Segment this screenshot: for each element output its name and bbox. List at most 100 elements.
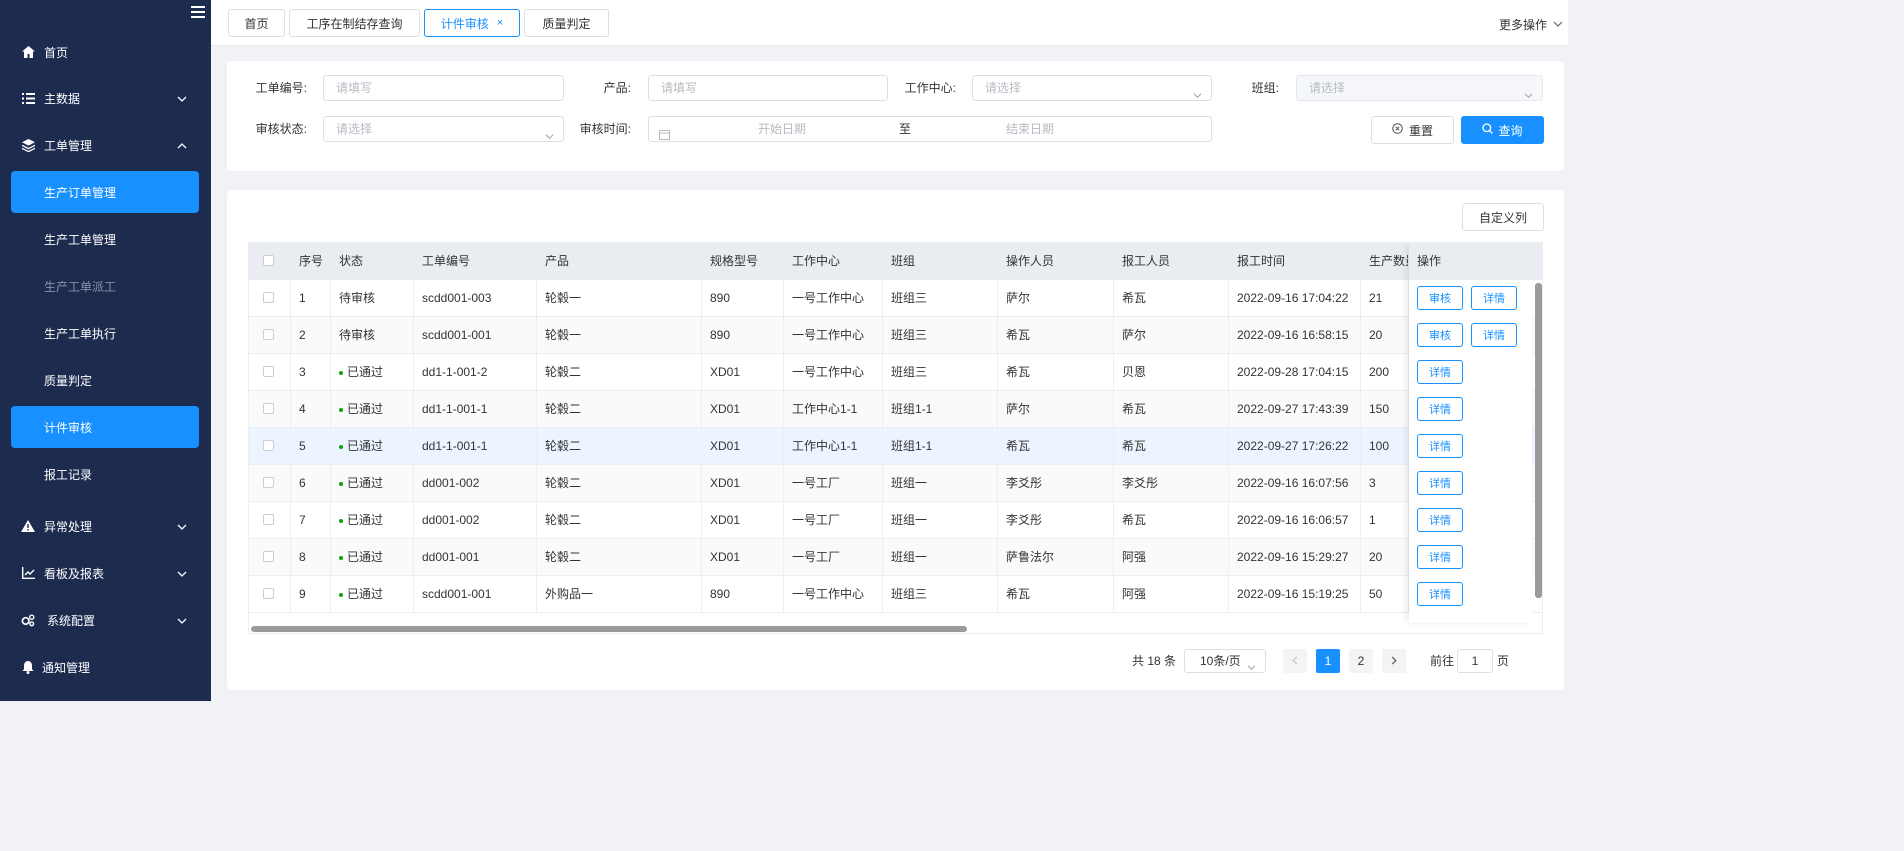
- detail-button[interactable]: 详情: [1417, 360, 1463, 384]
- audit-time-range[interactable]: 开始日期 至 结束日期: [648, 116, 1212, 142]
- product-input[interactable]: 请填写: [648, 75, 888, 101]
- row-checkbox[interactable]: [263, 440, 274, 451]
- row-checkbox[interactable]: [263, 477, 274, 488]
- order-no-input[interactable]: 请填写: [323, 75, 564, 101]
- status-cell: 已通过: [331, 354, 414, 391]
- page-button-2[interactable]: 2: [1349, 649, 1373, 673]
- page-button-1[interactable]: 1: [1316, 649, 1340, 673]
- cell-text: 2: [299, 328, 306, 342]
- row-index: 7: [290, 502, 331, 539]
- row-checkbox[interactable]: [263, 514, 274, 525]
- cell-text: 21: [1369, 291, 1383, 305]
- page-size-select[interactable]: 10条/页: [1184, 649, 1266, 673]
- row-checkbox[interactable]: [263, 292, 274, 303]
- horizontal-scrollbar[interactable]: [251, 626, 967, 632]
- row-checkbox[interactable]: [263, 329, 274, 340]
- chart-line-icon: [21, 566, 35, 580]
- layers-icon: [21, 138, 35, 152]
- reporter-cell: 萨尔: [1114, 317, 1229, 354]
- sidebar-item-home[interactable]: 首页: [0, 32, 211, 72]
- table-row[interactable]: 3 已通过 dd1-1-001-2 轮毂二 XD01 一号工作中心 班组三 希瓦 贝恩 2022-…: [249, 354, 1542, 391]
- reset-button[interactable]: 重置: [1371, 116, 1454, 144]
- next-page-button[interactable]: [1382, 649, 1406, 673]
- status-dot-icon: [339, 518, 343, 523]
- cell-text: 已通过: [347, 513, 384, 527]
- row-checkbox[interactable]: [263, 366, 274, 377]
- sidebar-item-order-management[interactable]: 工单管理: [0, 125, 211, 165]
- workcenter-cell: 工作中心1-1: [784, 428, 883, 465]
- sidebar-item-notifications[interactable]: 通知管理: [0, 647, 211, 687]
- sidebar-item-dashboard[interactable]: 看板及报表: [0, 553, 211, 593]
- tab-piecework-audit[interactable]: 计件审核 ×: [424, 9, 520, 37]
- sidebar-item-exceptions[interactable]: 异常处理: [0, 506, 211, 546]
- table-row[interactable]: 9 已通过 scdd001-001 外购品一 890 一号工作中心 班组三 希瓦 阿强 2022-…: [249, 576, 1542, 613]
- status-dot-icon: [339, 370, 343, 375]
- tab-wip-query[interactable]: 工序在制结存查询: [289, 9, 420, 37]
- table-row[interactable]: 7 已通过 dd001-002 轮毂二 XD01 一号工厂 班组一 李爻彤 希瓦 2022-09-…: [249, 502, 1542, 539]
- chevron-down-icon: [177, 568, 187, 578]
- sidebar-subitem-work-orders[interactable]: 生产工单管理: [11, 218, 199, 260]
- menu-toggle-icon[interactable]: [191, 6, 205, 18]
- cell-text: 贝恩: [1122, 365, 1147, 379]
- audit-status-label: 审核状态:: [255, 122, 307, 136]
- goto-page-input[interactable]: 1: [1457, 649, 1493, 673]
- vertical-scrollbar[interactable]: [1535, 283, 1542, 598]
- table-row[interactable]: 2 待审核 scdd001-001 轮毂一 890 一号工作中心 班组三 希瓦 萨尔 2022-0…: [249, 317, 1542, 354]
- cell-text: 890: [710, 328, 731, 342]
- start-date-input[interactable]: 开始日期: [758, 117, 806, 141]
- sidebar-item-master-data[interactable]: 主数据: [0, 78, 211, 118]
- row-checkbox[interactable]: [263, 588, 274, 599]
- table-row[interactable]: 1 待审核 scdd001-003 轮毂一 890 一号工作中心 班组三 萨尔 希瓦 2022-0…: [249, 280, 1542, 317]
- spec-cell: XD01: [702, 465, 784, 502]
- more-actions-dropdown[interactable]: 更多操作: [1499, 16, 1563, 33]
- sidebar-subitem-quality[interactable]: 质量判定: [11, 359, 199, 401]
- detail-button[interactable]: 详情: [1417, 545, 1463, 569]
- prev-page-button[interactable]: [1283, 649, 1307, 673]
- sidebar-subitem-label: 质量判定: [44, 373, 93, 388]
- detail-button[interactable]: 详情: [1417, 397, 1463, 421]
- end-date-input[interactable]: 结束日期: [1006, 117, 1054, 141]
- sidebar-subitem-piecework-audit[interactable]: 计件审核: [11, 406, 199, 448]
- table-row[interactable]: 4 已通过 dd1-1-001-1 轮毂二 XD01 工作中心1-1 班组1-1 萨尔 希瓦 20…: [249, 391, 1542, 428]
- query-button[interactable]: 查询: [1461, 116, 1544, 144]
- detail-button[interactable]: 详情: [1417, 434, 1463, 458]
- table-row[interactable]: 6 已通过 dd001-002 轮毂二 XD01 一号工厂 班组一 李爻彤 李爻彤 2022-09…: [249, 465, 1542, 502]
- detail-button[interactable]: 详情: [1471, 286, 1517, 310]
- goto-label: 前往: [1430, 654, 1455, 668]
- more-actions-label: 更多操作: [1499, 18, 1548, 32]
- table-row[interactable]: 8 已通过 dd001-001 轮毂二 XD01 一号工厂 班组一 萨鲁法尔 阿强 2022-09…: [249, 539, 1542, 576]
- tab-quality[interactable]: 质量判定: [524, 9, 609, 37]
- order-no-cell: dd1-1-001-2: [414, 354, 537, 391]
- audit-button[interactable]: 审核: [1417, 286, 1463, 310]
- detail-button[interactable]: 详情: [1471, 323, 1517, 347]
- detail-button[interactable]: 详情: [1417, 508, 1463, 532]
- row-checkbox[interactable]: [263, 551, 274, 562]
- cell-text: 4: [299, 402, 306, 416]
- sidebar-subitem-execution[interactable]: 生产工单执行: [11, 312, 199, 354]
- sidebar-subitem-report-records[interactable]: 报工记录: [11, 453, 199, 495]
- sidebar-subitem-production-orders[interactable]: 生产订单管理: [11, 171, 199, 213]
- audit-button[interactable]: 审核: [1417, 323, 1463, 347]
- detail-button[interactable]: 详情: [1417, 471, 1463, 495]
- row-checkbox[interactable]: [263, 403, 274, 414]
- quantity-cell: 100: [1361, 428, 1409, 465]
- sidebar-item-label: 系统配置: [47, 613, 96, 628]
- cell-text: 2022-09-16 16:07:56: [1237, 476, 1349, 490]
- spec-cell: 890: [702, 280, 784, 317]
- select-all-checkbox[interactable]: [263, 255, 274, 266]
- order-no-label: 工单编号:: [255, 81, 307, 95]
- workcenter-select[interactable]: 请选择: [972, 75, 1212, 101]
- close-icon[interactable]: ×: [497, 17, 503, 29]
- detail-button[interactable]: 详情: [1417, 582, 1463, 606]
- status-cell: 已通过: [331, 539, 414, 576]
- tab-home[interactable]: 首页: [228, 9, 285, 37]
- sidebar-item-system-config[interactable]: 系统配置: [0, 600, 211, 640]
- product-cell: 轮毂二: [537, 502, 702, 539]
- column-header: 生产数量: [1361, 243, 1409, 280]
- cell-text: 1: [1369, 513, 1376, 527]
- custom-columns-button[interactable]: 自定义列: [1462, 203, 1544, 231]
- audit-status-select[interactable]: 请选择: [323, 116, 564, 142]
- table-row[interactable]: 5 已通过 dd1-1-001-1 轮毂二 XD01 工作中心1-1 班组1-1 希瓦 希瓦 20…: [249, 428, 1542, 465]
- status-dot-icon: [339, 592, 343, 597]
- cell-text: 已通过: [347, 550, 384, 564]
